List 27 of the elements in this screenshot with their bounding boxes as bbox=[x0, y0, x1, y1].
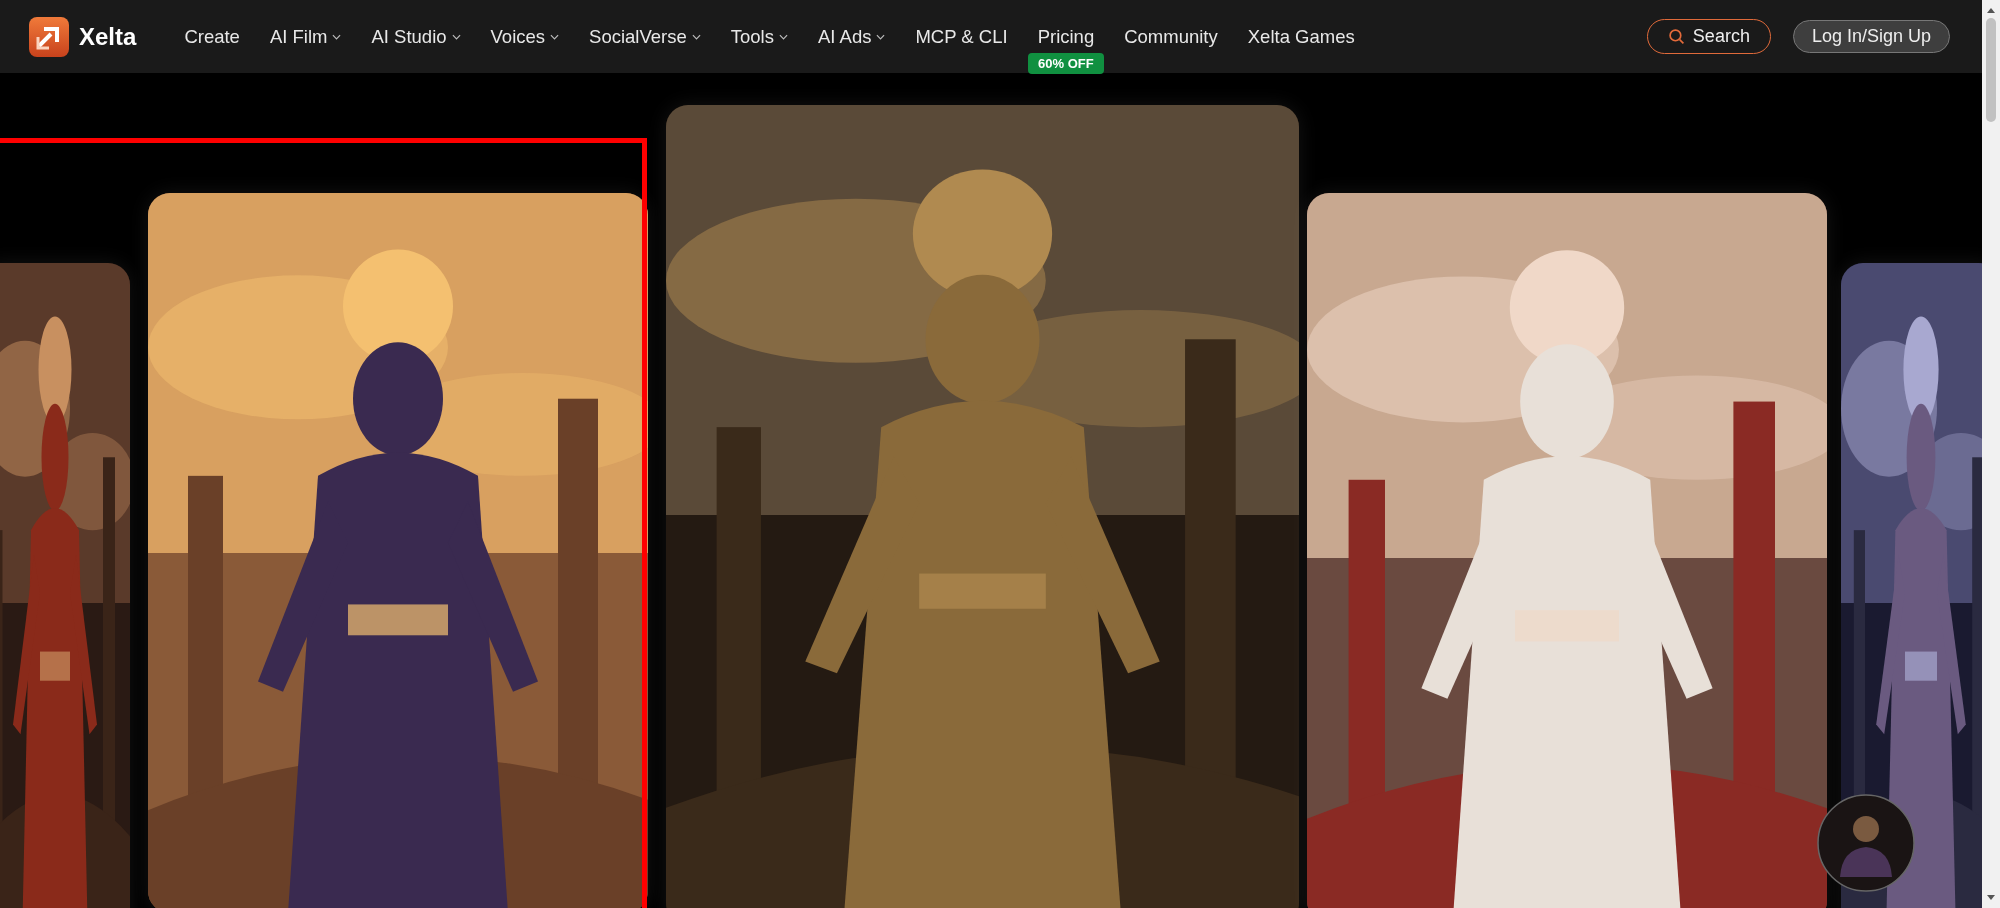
search-icon bbox=[1667, 28, 1685, 45]
scrollbar[interactable] bbox=[1982, 0, 2000, 908]
caret-icon bbox=[876, 33, 886, 40]
logo-icon[interactable] bbox=[29, 16, 69, 57]
nav-link[interactable]: AI Studio bbox=[371, 25, 461, 48]
nav-link[interactable]: AI Film bbox=[269, 25, 342, 48]
nav-link[interactable]: MCP & CLI bbox=[915, 25, 1008, 48]
brand-name[interactable]: Xelta bbox=[79, 22, 137, 51]
nav-link[interactable]: Create bbox=[184, 25, 240, 48]
caret-icon bbox=[451, 33, 461, 40]
nav-link[interactable]: Xelta Games bbox=[1247, 25, 1355, 48]
assistant-avatar[interactable] bbox=[1816, 793, 1916, 893]
caret-icon bbox=[691, 33, 701, 40]
nav-link[interactable]: Tools bbox=[730, 25, 788, 48]
nav-link[interactable]: Community bbox=[1124, 25, 1218, 48]
login-button[interactable]: Log In/Sign Up bbox=[1792, 20, 1950, 53]
nav-link[interactable]: Pricing bbox=[1037, 25, 1095, 48]
caret-icon bbox=[550, 33, 560, 40]
scrollbar-thumb[interactable] bbox=[1986, 18, 1996, 122]
nav-link[interactable]: AI Ads bbox=[817, 25, 886, 48]
caret-icon bbox=[778, 33, 788, 40]
nav-link[interactable]: Voices bbox=[490, 25, 560, 48]
caret-icon bbox=[332, 33, 342, 40]
discount-badge: 60% OFF bbox=[1028, 52, 1104, 74]
scroll-up-icon[interactable] bbox=[1986, 6, 1996, 14]
scroll-down-icon[interactable] bbox=[1986, 894, 1996, 902]
nav-link[interactable]: SocialVerse bbox=[589, 25, 701, 48]
